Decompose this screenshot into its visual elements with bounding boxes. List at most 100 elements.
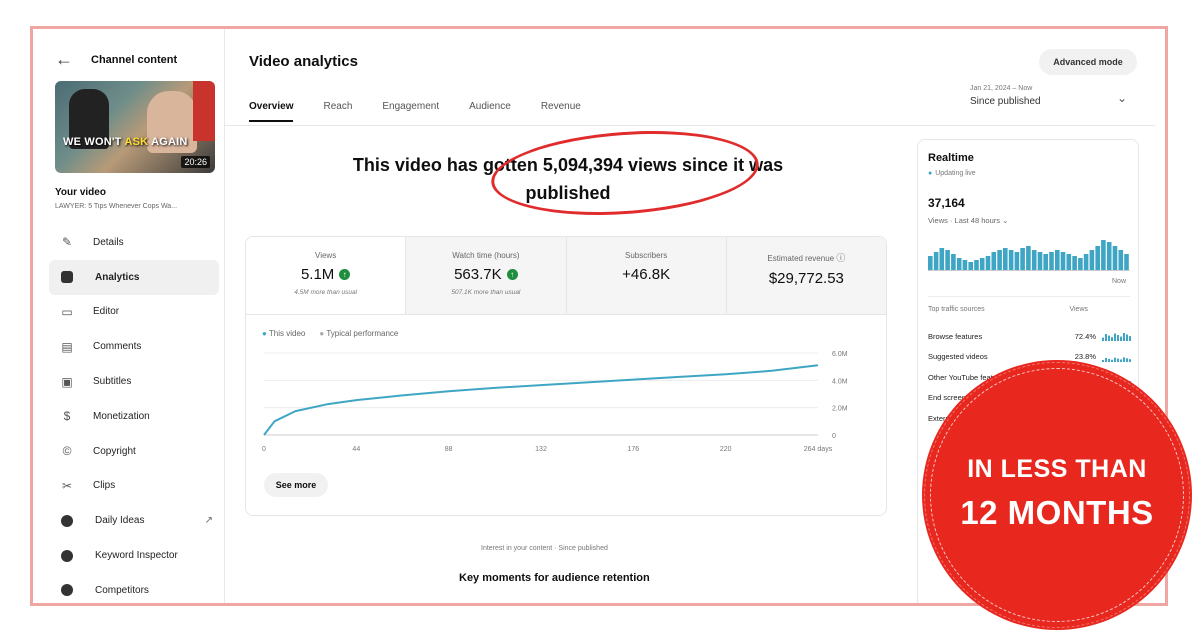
analytics-tabs: Overview Reach Engagement Audience Reven… bbox=[249, 101, 581, 122]
realtime-bar bbox=[1101, 240, 1106, 270]
spark-bar bbox=[1108, 335, 1110, 342]
realtime-bar bbox=[997, 250, 1002, 270]
see-more-button[interactable]: See more bbox=[264, 473, 328, 497]
tab-overview[interactable]: Overview bbox=[249, 101, 294, 122]
realtime-now-label: Now bbox=[1112, 278, 1127, 285]
sidebar-header: ← Channel content bbox=[55, 49, 177, 70]
spark-bar bbox=[1105, 334, 1107, 342]
spark-bar bbox=[1108, 358, 1110, 362]
y-tick-label: 4.0M bbox=[832, 378, 848, 385]
spark-bar bbox=[1129, 336, 1131, 342]
spark-bar bbox=[1102, 359, 1104, 362]
y-tick-label: 0 bbox=[832, 433, 836, 440]
spark-bar bbox=[1123, 357, 1125, 362]
info-icon[interactable]: ⓘ bbox=[836, 253, 845, 263]
metric-revenue[interactable]: Estimated revenue ⓘ $29,772.53 bbox=[726, 237, 886, 314]
sidebar-item-copyright[interactable]: © Copyright bbox=[49, 434, 219, 469]
date-range-selector[interactable]: Jan 21, 2024 – Now Since published bbox=[970, 85, 1041, 107]
metric-watch-time[interactable]: Watch time (hours) 563.7K ↑ 507.1K more t… bbox=[406, 237, 567, 314]
realtime-divider bbox=[928, 296, 1130, 297]
promo-badge: IN LESS THAN 12 MONTHS bbox=[922, 360, 1192, 630]
x-tick-label: 264 days bbox=[804, 446, 833, 453]
subtitles-icon: ▣ bbox=[61, 374, 73, 389]
sidebar-item-daily-ideas[interactable]: Daily Ideas ↗ bbox=[49, 503, 219, 538]
spark-bar bbox=[1120, 336, 1122, 342]
spark-bar bbox=[1114, 333, 1116, 342]
sidebar-item-clips[interactable]: ✂ Clips bbox=[49, 469, 219, 504]
realtime-bar bbox=[1014, 252, 1020, 270]
dollar-icon: $ bbox=[63, 409, 71, 424]
your-video-label: Your video bbox=[55, 187, 106, 198]
tab-reach[interactable]: Reach bbox=[323, 101, 352, 122]
sidebar-item-competitors[interactable]: Competitors bbox=[49, 573, 219, 603]
key-moments-title: Key moments for audience retention bbox=[459, 572, 650, 584]
x-tick-label: 0 bbox=[262, 446, 266, 453]
realtime-bar bbox=[928, 256, 933, 270]
realtime-bar bbox=[979, 258, 985, 270]
x-tick-label: 220 bbox=[720, 446, 732, 453]
spark-bar bbox=[1129, 358, 1131, 362]
realtime-count: 37,164 bbox=[928, 196, 965, 210]
sidebar-item-subtitles[interactable]: ▣ Subtitles bbox=[49, 364, 219, 399]
legend-typical: ● Typical performance bbox=[319, 329, 399, 338]
sidebar-item-editor[interactable]: ▭ Editor bbox=[49, 295, 219, 330]
back-arrow-icon[interactable]: ← bbox=[55, 49, 73, 70]
tab-audience[interactable]: Audience bbox=[469, 101, 511, 122]
realtime-bar bbox=[1031, 250, 1037, 270]
sidebar-item-keyword-inspector[interactable]: Keyword Inspector bbox=[49, 538, 219, 573]
spark-bar bbox=[1111, 337, 1113, 342]
realtime-bar bbox=[991, 252, 997, 270]
realtime-bar-chart bbox=[928, 240, 1130, 271]
traffic-sparkline bbox=[1102, 357, 1131, 362]
traffic-header: Top traffic sources Views bbox=[928, 306, 1088, 313]
video-thumbnail[interactable]: WE WON'T ASK AGAIN 20:26 bbox=[55, 81, 215, 173]
advanced-mode-button[interactable]: Advanced mode bbox=[1039, 49, 1137, 75]
spark-bar bbox=[1111, 359, 1113, 362]
page-title: Video analytics bbox=[249, 53, 358, 70]
realtime-title: Realtime bbox=[928, 152, 974, 164]
realtime-bar bbox=[956, 258, 962, 270]
x-tick-label: 176 bbox=[627, 446, 639, 453]
realtime-bar bbox=[933, 252, 939, 270]
metric-views[interactable]: Views 5.1M ↑ 4.5M more than usual bbox=[246, 237, 407, 314]
realtime-bar bbox=[1118, 250, 1124, 270]
views-chart: 0 2.0M 4.0M 6.0M 0 44 88 132 176 220 264 days bbox=[262, 351, 848, 453]
realtime-bar bbox=[962, 260, 968, 270]
spark-bar bbox=[1123, 333, 1125, 342]
traffic-source-value: 72.4% bbox=[1074, 331, 1096, 341]
chevron-down-icon[interactable]: ⌄ bbox=[1117, 91, 1127, 105]
chart-legend: ● This video ● Typical performance bbox=[262, 329, 398, 338]
x-tick-label: 44 bbox=[352, 446, 360, 453]
sidebar-item-comments[interactable]: ▤ Comments bbox=[49, 329, 219, 364]
x-tick-label: 132 bbox=[535, 446, 547, 453]
vidiq-icon bbox=[61, 584, 73, 597]
realtime-bar bbox=[1043, 254, 1048, 270]
metrics-row: Views 5.1M ↑ 4.5M more than usual Watch t… bbox=[246, 237, 886, 315]
metric-subscribers[interactable]: Subscribers +46.8K bbox=[566, 237, 727, 314]
comments-icon: ▤ bbox=[61, 339, 73, 354]
video-title: LAWYER: 5 Tips Whenever Cops Wa... bbox=[55, 203, 178, 210]
sidebar-item-analytics[interactable]: Analytics bbox=[49, 259, 219, 295]
realtime-period[interactable]: Views · Last 48 hours ⌄ bbox=[928, 216, 1008, 225]
x-tick-label: 88 bbox=[445, 446, 453, 453]
realtime-bar bbox=[985, 256, 991, 270]
realtime-bar bbox=[951, 254, 956, 270]
realtime-bar bbox=[1083, 254, 1089, 270]
series-line-this-video bbox=[263, 364, 819, 436]
spark-bar bbox=[1105, 357, 1107, 362]
realtime-bar bbox=[1037, 252, 1043, 270]
badge-inner-ring bbox=[930, 368, 1184, 622]
tab-engagement[interactable]: Engagement bbox=[382, 101, 439, 122]
tab-revenue[interactable]: Revenue bbox=[541, 101, 581, 122]
vidiq-icon bbox=[61, 514, 73, 527]
sidebar-item-details[interactable]: ✎ Details bbox=[49, 225, 219, 260]
spark-bar bbox=[1114, 357, 1116, 362]
realtime-bar bbox=[1026, 246, 1031, 270]
spark-bar bbox=[1120, 359, 1122, 362]
spark-bar bbox=[1117, 358, 1119, 362]
realtime-bar bbox=[1060, 252, 1066, 270]
realtime-bar bbox=[1072, 256, 1077, 270]
realtime-bar bbox=[945, 250, 950, 270]
realtime-bar bbox=[939, 248, 945, 270]
sidebar-item-monetization[interactable]: $ Monetization bbox=[49, 399, 219, 434]
